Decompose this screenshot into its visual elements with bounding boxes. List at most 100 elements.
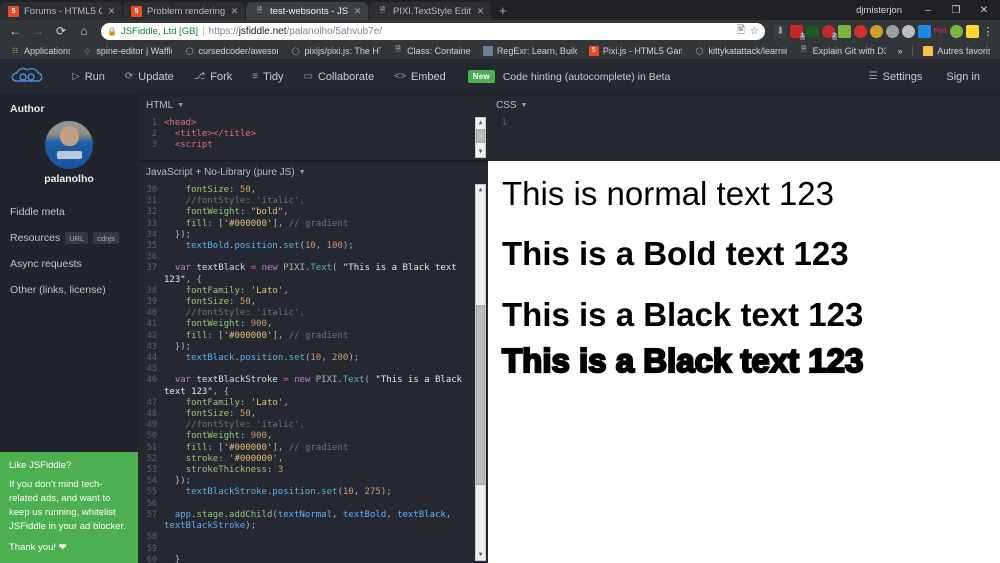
tab-close-icon[interactable]: ✕ xyxy=(353,6,362,17)
line-number: 1 xyxy=(151,118,157,128)
new-tab-button[interactable]: + xyxy=(492,2,514,20)
token: stage xyxy=(196,509,224,520)
html-scroll-thumb[interactable] xyxy=(476,129,485,143)
site-identity-label: JSFiddle, Ltd [GB] xyxy=(120,25,199,37)
minimize-button[interactable]: – xyxy=(914,0,942,20)
chevron-down-icon[interactable]: ▼ xyxy=(177,102,184,109)
code-text: fontFamily: 'Lato', xyxy=(164,398,488,409)
download-icon[interactable]: ⬇ xyxy=(774,24,787,38)
scroll-up-arrow[interactable]: ▲ xyxy=(476,185,485,195)
run-button[interactable]: ▷ Run xyxy=(62,59,115,95)
sidebar-item-other-links-license[interactable]: Other (links, license) xyxy=(10,277,128,303)
token: <head> xyxy=(164,118,197,128)
tab-close-icon[interactable]: ✕ xyxy=(107,6,116,17)
bookmark-item[interactable]: 🗎 Class: Container xyxy=(387,43,477,58)
bookmark-item[interactable]: RegExr: Learn, Build, xyxy=(477,43,583,58)
extension-icon-1[interactable]: 1 xyxy=(790,24,805,40)
browser-tab[interactable]: 5 Problem rendering web f ✕ xyxy=(123,2,245,20)
js-pane-header[interactable]: JavaScript + No-Library (pure JS) ▼ xyxy=(138,162,488,182)
extension-icon-12[interactable] xyxy=(966,24,979,38)
html-pane-header[interactable]: HTML ▼ xyxy=(138,95,488,115)
chevron-down-icon[interactable]: ▼ xyxy=(521,102,528,109)
bookmark-item[interactable]: ◇ spine-editor | Waffle xyxy=(76,43,178,58)
bookmark-label: Class: Container xyxy=(407,45,471,56)
profile-name[interactable]: djmisterjon xyxy=(856,5,902,16)
author-avatar[interactable] xyxy=(45,121,93,169)
bookmark-item[interactable]: 5 Pixi.js - HTML5 Gam xyxy=(583,43,689,58)
extension-icon-9[interactable] xyxy=(918,24,931,38)
token: , xyxy=(353,487,365,498)
extension-icon-4[interactable] xyxy=(838,24,851,38)
bookmark-item[interactable]: ◯ cursedcoder/awesom xyxy=(178,43,284,58)
line-number: 30 xyxy=(146,185,157,195)
extension-icon-2[interactable] xyxy=(806,24,819,38)
bookmark-item[interactable]: ☷ Applications xyxy=(4,43,76,58)
js-scroll-thumb[interactable] xyxy=(476,305,485,485)
chevron-down-icon[interactable]: ▼ xyxy=(299,169,306,176)
browser-window: 5 Forums - HTML5 Game D ✕ 5 Problem renderin… xyxy=(0,0,1000,563)
scroll-down-arrow[interactable]: ▼ xyxy=(476,147,485,157)
jsfiddle-logo[interactable] xyxy=(10,66,44,88)
forward-icon[interactable]: → xyxy=(27,21,49,41)
collaborate-button[interactable]: ▭ Collaborate xyxy=(294,59,385,95)
close-button[interactable]: ✕ xyxy=(970,0,998,20)
bookmark-item[interactable]: 🗎 Explain Git with D3 xyxy=(793,43,892,58)
extension-icon-8[interactable] xyxy=(902,24,915,38)
bookmarks-overflow-button[interactable]: » xyxy=(892,43,909,58)
back-icon[interactable]: ← xyxy=(4,21,26,41)
tidy-button[interactable]: ≡ Tidy xyxy=(242,59,293,95)
token: // gradient xyxy=(288,218,349,229)
html-scrollbar[interactable]: ▲ ▼ xyxy=(475,117,486,158)
scroll-up-arrow[interactable]: ▲ xyxy=(476,118,485,128)
token: ); xyxy=(348,353,360,364)
sidebar-item-fiddle-meta[interactable]: Fiddle meta xyxy=(10,199,128,225)
extension-icon-5[interactable] xyxy=(854,24,867,38)
code-line: 53 strokeThickness: 3 xyxy=(138,465,488,476)
result-pane[interactable]: This is normal text 123 This is a Bold te… xyxy=(488,161,1000,563)
bookmark-item[interactable]: ◯ pixijs/pixi.js: The HT xyxy=(284,43,387,58)
other-bookmarks-button[interactable]: Autres favoris xyxy=(917,43,996,58)
bookmark-label: Applications xyxy=(24,45,71,56)
browser-tab[interactable]: 🗎 PIXI.TextStyle Editor ✕ xyxy=(369,2,491,20)
save-page-icon[interactable]: 🖹 xyxy=(737,23,745,40)
css-code-area[interactable]: 1 xyxy=(488,115,1000,161)
css-pane-header[interactable]: CSS ▼ xyxy=(488,95,1000,115)
sidebar-item-async-requests[interactable]: Async requests xyxy=(10,251,128,277)
star-icon[interactable]: ☆ xyxy=(750,26,759,37)
code-text: fontWeight: 900, xyxy=(164,431,488,442)
browser-tab[interactable]: 🗎 test-websonts - JSFiddle ✕ xyxy=(246,2,368,20)
extension-icon-10[interactable]: Pbd xyxy=(934,25,947,38)
code-line: 35 textBold.position.set(10, 100); xyxy=(138,241,488,252)
embed-button[interactable]: <> Embed xyxy=(384,59,456,95)
token: ( xyxy=(332,263,343,274)
js-code-area[interactable]: 30 fontSize: 50, 31 //fontStyle: 'italic'… xyxy=(138,182,488,563)
fork-button[interactable]: ⎇ Fork xyxy=(184,59,243,95)
reload-icon[interactable]: ⟳ xyxy=(50,21,72,41)
scroll-down-arrow[interactable]: ▼ xyxy=(476,550,485,560)
signin-button[interactable]: Sign in xyxy=(936,59,990,95)
sidebar-item-resources[interactable]: Resources URL cdnjs xyxy=(10,225,128,251)
resource-pill[interactable]: URL xyxy=(65,232,89,244)
tab-close-icon[interactable]: ✕ xyxy=(476,6,485,17)
author-name[interactable]: palanolho xyxy=(10,173,128,185)
home-icon[interactable]: ⌂ xyxy=(73,21,95,41)
js-scrollbar[interactable]: ▲ ▼ xyxy=(475,184,486,561)
update-button[interactable]: ⟳ Update xyxy=(115,59,184,95)
maximize-button[interactable]: ❐ xyxy=(942,0,970,20)
extension-icon-7[interactable] xyxy=(886,24,899,38)
html-code-area[interactable]: 1 <head> 2 <title></title> 3 <script ▲ ▼ xyxy=(138,115,488,160)
tab-title: Forums - HTML5 Game D xyxy=(24,5,102,17)
fork-label: Fork xyxy=(210,70,233,83)
extension-icon-6[interactable] xyxy=(870,24,883,38)
browser-tab[interactable]: 5 Forums - HTML5 Game D ✕ xyxy=(0,2,122,20)
extension-icon-11[interactable] xyxy=(950,24,963,38)
bookmark-item[interactable]: ◯ kittykatattack/learnin xyxy=(688,43,792,58)
kebab-menu-icon[interactable]: ⋮ xyxy=(980,25,996,38)
resource-pill[interactable]: cdnjs xyxy=(93,232,119,244)
address-bar[interactable]: 🔒 JSFiddle, Ltd [GB] | https://jsfiddle.… xyxy=(101,22,765,40)
tab-close-icon[interactable]: ✕ xyxy=(230,6,239,17)
settings-button[interactable]: ☰ Settings xyxy=(859,59,933,95)
code-text: var textBlackStroke = new PIXI.Text( "Th… xyxy=(164,375,488,397)
token: : xyxy=(229,409,240,420)
extension-icon-3[interactable]: 2 xyxy=(822,24,837,40)
